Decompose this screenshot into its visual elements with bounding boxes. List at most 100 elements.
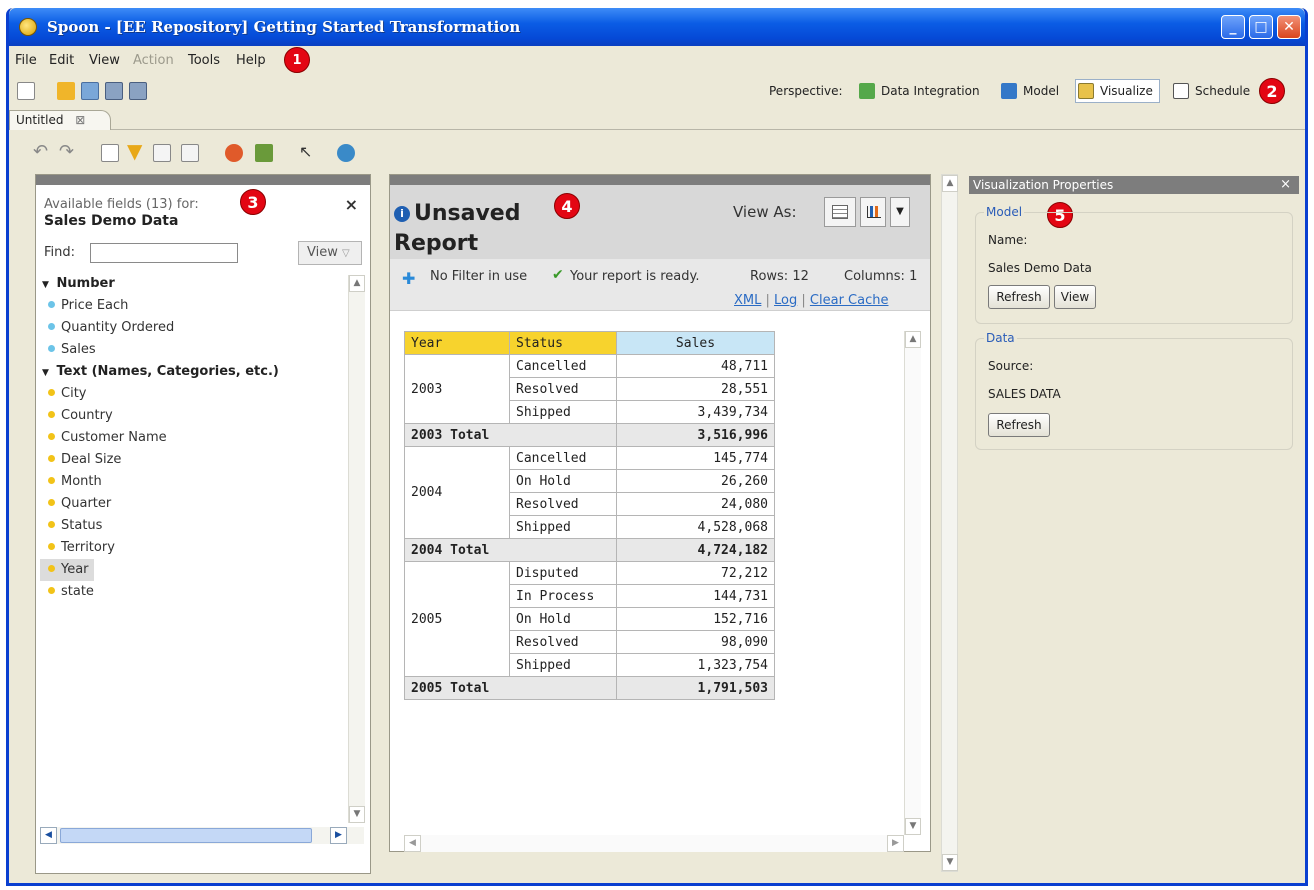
new-file-icon[interactable] — [17, 82, 35, 100]
field-item-deal-size[interactable]: Deal Size — [40, 449, 346, 471]
field-group-text[interactable]: ▼ Text (Names, Categories, etc.) — [40, 361, 346, 383]
model-refresh-button[interactable]: Refresh — [988, 285, 1050, 309]
field-item-quarter[interactable]: Quarter — [40, 493, 346, 515]
scroll-right-icon[interactable]: ▶ — [330, 827, 347, 844]
field-item-year[interactable]: Year — [40, 559, 94, 581]
field-item-territory[interactable]: Territory — [40, 537, 346, 559]
menu-help[interactable]: Help — [236, 53, 266, 68]
clear-cache-link[interactable]: Clear Cache — [810, 293, 889, 308]
field-item-quantity-ordered[interactable]: Quantity Ordered — [40, 317, 346, 339]
model-view-button[interactable]: View — [1054, 285, 1096, 309]
filter-icon[interactable]: ▼ — [127, 141, 145, 161]
status-cell[interactable]: On Hold — [509, 469, 617, 493]
scroll-thumb[interactable] — [60, 828, 312, 843]
status-cell[interactable]: On Hold — [509, 607, 617, 631]
viz-props-close-icon[interactable]: × — [1280, 176, 1291, 194]
scroll-down-icon[interactable]: ▼ — [905, 818, 921, 835]
column-header-year[interactable]: Year — [404, 331, 510, 355]
sales-cell[interactable]: 145,774 — [616, 446, 775, 470]
column-header-status[interactable]: Status — [509, 331, 617, 355]
table-view-button[interactable] — [824, 197, 856, 227]
tab-close-icon[interactable]: ⊠ — [75, 113, 85, 127]
collapse-triangle-icon[interactable]: ▼ — [42, 362, 52, 384]
status-cell[interactable]: Resolved — [509, 630, 617, 654]
log-link[interactable]: Log — [774, 293, 797, 308]
sales-cell[interactable]: 152,716 — [616, 607, 775, 631]
sales-cell[interactable]: 4,528,068 — [616, 515, 775, 539]
status-cell[interactable]: Disputed — [509, 561, 617, 585]
sales-cell[interactable]: 98,090 — [616, 630, 775, 654]
total-value[interactable]: 3,516,996 — [616, 423, 775, 447]
year-cell[interactable]: 2005 — [404, 561, 510, 677]
view-dropdown-button[interactable]: View ▽ — [298, 241, 362, 265]
total-label[interactable]: 2003 Total — [404, 423, 617, 447]
sales-cell[interactable]: 26,260 — [616, 469, 775, 493]
layout-icon[interactable] — [153, 144, 171, 162]
open-folder-icon[interactable] — [57, 82, 75, 100]
fields-vertical-scrollbar[interactable]: ▲ ▼ — [348, 275, 365, 823]
report-vertical-scrollbar[interactable]: ▲ ▼ — [904, 331, 921, 835]
perspective-visualize[interactable]: Visualize — [1075, 79, 1160, 103]
collapse-triangle-icon[interactable]: ▼ — [42, 274, 52, 296]
save-as-icon[interactable] — [129, 82, 147, 100]
properties-icon[interactable] — [181, 144, 199, 162]
add-filter-icon[interactable]: ✚ — [402, 269, 415, 288]
scroll-left-icon[interactable]: ◀ — [40, 827, 57, 844]
year-cell[interactable]: 2003 — [404, 354, 510, 424]
status-cell[interactable]: Resolved — [509, 492, 617, 516]
field-item-country[interactable]: Country — [40, 405, 346, 427]
sort-icon[interactable] — [255, 144, 273, 162]
status-cell[interactable]: Cancelled — [509, 354, 617, 378]
field-group-number[interactable]: ▼ Number — [40, 273, 346, 295]
status-cell[interactable]: Shipped — [509, 400, 617, 424]
canvas-vertical-scrollbar[interactable]: ▲ ▼ — [941, 174, 958, 872]
save-icon[interactable] — [105, 82, 123, 100]
sales-cell[interactable]: 72,212 — [616, 561, 775, 585]
resize-icon[interactable]: ↖ — [299, 144, 317, 162]
info-icon[interactable]: i — [394, 206, 410, 222]
sales-cell[interactable]: 1,323,754 — [616, 653, 775, 677]
maximize-button[interactable]: □ — [1249, 15, 1273, 39]
scroll-down-icon[interactable]: ▼ — [942, 854, 958, 871]
field-item-price-each[interactable]: Price Each — [40, 295, 346, 317]
title-bar[interactable]: Spoon - [EE Repository] Getting Started … — [9, 8, 1305, 46]
field-item-city[interactable]: City — [40, 383, 346, 405]
zoom-icon[interactable] — [337, 144, 355, 162]
minimize-button[interactable]: _ — [1221, 15, 1245, 39]
menu-file[interactable]: File — [15, 53, 37, 68]
status-cell[interactable]: Shipped — [509, 515, 617, 539]
perspective-schedule[interactable]: Schedule — [1171, 80, 1250, 104]
field-item-customer-name[interactable]: Customer Name — [40, 427, 346, 449]
field-item-sales[interactable]: Sales — [40, 339, 346, 361]
perspective-model[interactable]: Model — [999, 80, 1059, 104]
field-item-state[interactable]: state — [40, 581, 346, 603]
undo-icon[interactable]: ↶ — [33, 143, 51, 162]
xml-link[interactable]: XML — [734, 293, 761, 308]
field-item-month[interactable]: Month — [40, 471, 346, 493]
perspective-data-integration[interactable]: Data Integration — [857, 80, 980, 104]
scroll-up-icon[interactable]: ▲ — [349, 275, 365, 292]
sales-cell[interactable]: 28,551 — [616, 377, 775, 401]
status-cell[interactable]: Shipped — [509, 653, 617, 677]
status-cell[interactable]: Cancelled — [509, 446, 617, 470]
chart-type-dropdown[interactable]: ▼ — [890, 197, 910, 227]
scroll-left-icon[interactable]: ◀ — [404, 835, 421, 852]
chart-view-button[interactable] — [860, 197, 886, 227]
chart-options-icon[interactable] — [225, 144, 243, 162]
field-item-status[interactable]: Status — [40, 515, 346, 537]
find-input[interactable] — [90, 243, 238, 263]
fields-horizontal-scrollbar[interactable]: ◀ ▶ — [40, 827, 364, 844]
menu-tools[interactable]: Tools — [188, 53, 220, 68]
sales-cell[interactable]: 48,711 — [616, 354, 775, 378]
year-cell[interactable]: 2004 — [404, 446, 510, 539]
menu-view[interactable]: View — [89, 53, 120, 68]
sales-cell[interactable]: 24,080 — [616, 492, 775, 516]
data-refresh-button[interactable]: Refresh — [988, 413, 1050, 437]
scroll-right-icon[interactable]: ▶ — [887, 835, 904, 852]
total-label[interactable]: 2004 Total — [404, 538, 617, 562]
sales-cell[interactable]: 3,439,734 — [616, 400, 775, 424]
scroll-up-icon[interactable]: ▲ — [942, 175, 958, 192]
scroll-down-icon[interactable]: ▼ — [349, 806, 365, 823]
menu-edit[interactable]: Edit — [49, 53, 74, 68]
fields-close-icon[interactable]: × — [345, 195, 358, 214]
